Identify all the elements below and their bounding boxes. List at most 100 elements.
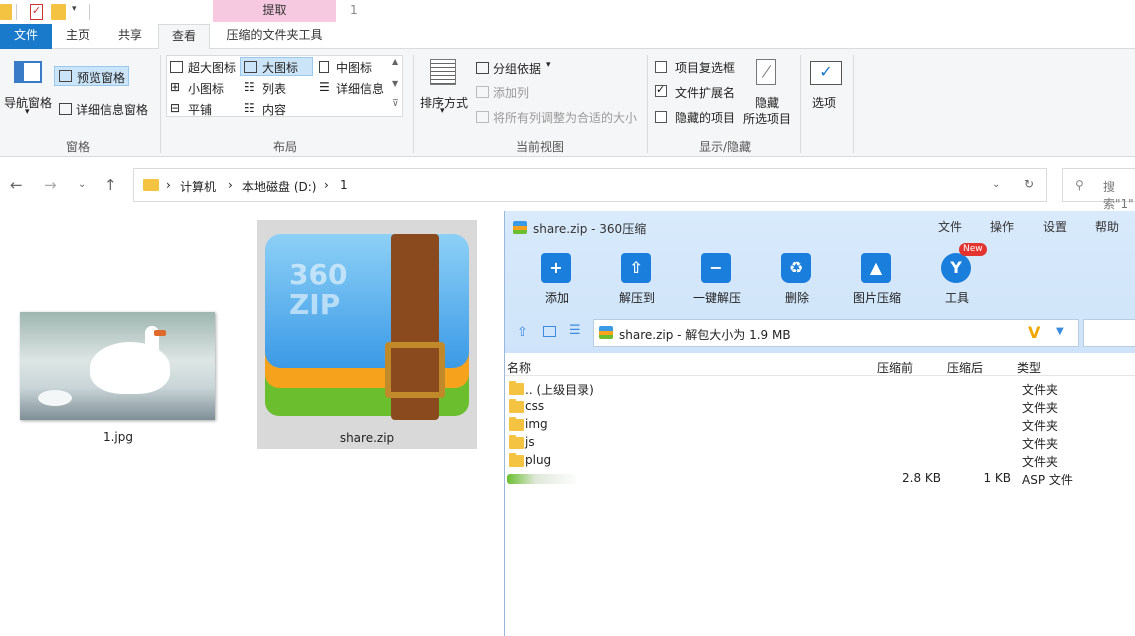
layout-details[interactable]: 详细信息 <box>336 80 384 97</box>
window-title: 1 <box>350 3 358 17</box>
divider <box>89 4 90 20</box>
path-dropdown-icon[interactable]: ▼ <box>1056 326 1064 337</box>
up-icon[interactable]: ↑ <box>104 176 117 194</box>
breadcrumb-folder[interactable]: 1 <box>340 178 348 192</box>
details-pane-button[interactable]: 详细信息窗格 <box>76 101 148 118</box>
group-by-button[interactable]: 分组依据 <box>493 60 541 77</box>
layout-content[interactable]: 内容 <box>262 101 286 118</box>
expand-gallery-icon[interactable]: ⊽ <box>392 99 399 109</box>
back-icon[interactable]: ← <box>10 176 23 194</box>
extensions-label[interactable]: 文件扩展名 <box>675 84 735 101</box>
column-type[interactable]: 类型 <box>1017 359 1041 376</box>
column-after[interactable]: 压缩后 <box>947 359 983 376</box>
group-label-layout: 布局 <box>272 140 297 154</box>
file-item[interactable]: 1.jpg <box>14 306 222 451</box>
table-row[interactable]: 2.8 KB 1 KB ASP 文件 <box>505 470 1135 488</box>
menu-file[interactable]: 文件 <box>938 218 962 235</box>
one-click-extract-button[interactable]: − 一键解压 <box>685 249 749 309</box>
zip-search-input[interactable] <box>1083 319 1135 347</box>
preview-pane-button[interactable]: 预览窗格 <box>54 66 129 86</box>
layout-medium[interactable]: 中图标 <box>336 59 372 76</box>
tools-button[interactable]: Y New 工具 <box>925 243 989 309</box>
column-before[interactable]: 压缩前 <box>877 359 913 376</box>
zip-list-header: 名称 压缩前 压缩后 类型 <box>505 354 1135 376</box>
table-row[interactable]: js 文件夹 <box>505 434 1135 452</box>
row-type: 文件夹 <box>1022 383 1059 397</box>
hide-selected-icon[interactable] <box>756 59 776 85</box>
zip-path-bar[interactable]: share.zip - 解包大小为 1.9 MB V ▼ <box>593 319 1079 347</box>
breadcrumb-computer[interactable]: 计算机 <box>180 178 216 195</box>
chevron-down-icon[interactable]: ▾ <box>440 106 445 116</box>
customize-quick-access-icon[interactable]: ▾ <box>72 4 80 20</box>
hide-selected-label-1[interactable]: 隐藏 <box>755 94 779 111</box>
layout-extra-large[interactable]: 超大图标 <box>188 59 236 76</box>
group-label-current-view: 当前视图 <box>515 140 564 154</box>
item-checkbox-toggle[interactable] <box>655 61 667 73</box>
sort-by-icon[interactable] <box>430 59 456 85</box>
row-type: 文件夹 <box>1022 455 1059 469</box>
delete-icon: ♻ <box>781 253 811 283</box>
extensions-toggle[interactable] <box>655 83 667 97</box>
row-name: .. (上级目录) <box>525 383 594 397</box>
add-button[interactable]: + 添加 <box>525 249 589 309</box>
recent-locations-icon[interactable]: ⌄ <box>78 179 86 190</box>
properties-icon[interactable]: ✓ <box>30 4 43 20</box>
table-row[interactable]: .. (上级目录) 文件夹 <box>505 380 1135 398</box>
scroll-up-icon[interactable]: ▲ <box>392 57 398 66</box>
add-column-button[interactable]: 添加列 <box>493 84 529 101</box>
table-row[interactable]: plug 文件夹 <box>505 452 1135 470</box>
up-level-icon[interactable]: ⇧ <box>517 325 528 340</box>
table-row[interactable]: img 文件夹 <box>505 416 1135 434</box>
options-icon[interactable]: ✓ <box>810 61 842 85</box>
file-item[interactable]: 360 ZIP share.zip <box>257 220 477 449</box>
hidden-items-label[interactable]: 隐藏的项目 <box>675 109 735 126</box>
tab-zip-tools[interactable]: 压缩的文件夹工具 <box>213 24 336 49</box>
layout-tiles[interactable]: 平铺 <box>188 101 212 118</box>
folder-icon[interactable] <box>0 4 12 20</box>
folder-icon <box>143 179 159 191</box>
new-folder-icon[interactable] <box>51 4 66 20</box>
hidden-items-toggle[interactable] <box>655 111 667 123</box>
tab-share[interactable]: 共享 <box>104 24 156 49</box>
column-name[interactable]: 名称 <box>507 359 531 376</box>
folder-icon <box>509 399 524 413</box>
image-compress-button[interactable]: ▲ 图片压缩 <box>845 249 909 309</box>
breadcrumb-local-disk[interactable]: 本地磁盘 (D:) <box>242 178 316 195</box>
scroll-down-icon[interactable]: ▼ <box>392 79 398 88</box>
delete-button[interactable]: ♻ 删除 <box>765 249 829 309</box>
list-view-icon[interactable]: ☰ <box>569 323 581 338</box>
menu-settings[interactable]: 设置 <box>1043 218 1067 235</box>
chevron-right-icon[interactable]: › <box>228 178 233 192</box>
tab-home[interactable]: 主页 <box>52 24 104 49</box>
extract-to-button[interactable]: ⇧ 解压到 <box>605 249 669 309</box>
item-checkbox-label[interactable]: 项目复选框 <box>675 59 735 76</box>
fit-columns-button[interactable]: 将所有列调整为合适的大小 <box>493 109 637 126</box>
forward-icon[interactable]: → <box>44 176 57 194</box>
layout-list[interactable]: 列表 <box>262 80 286 97</box>
chevron-down-icon[interactable]: ▾ <box>25 107 30 117</box>
details-pane-icon <box>59 103 72 115</box>
refresh-icon[interactable]: ↻ <box>1024 177 1034 191</box>
medium-icons-icon <box>319 61 329 73</box>
menu-operate[interactable]: 操作 <box>990 218 1014 235</box>
hide-selected-label-2[interactable]: 所选项目 <box>743 110 791 127</box>
chevron-right-icon[interactable]: › <box>166 178 171 192</box>
tab-file[interactable]: 文件 <box>0 24 52 49</box>
address-bar[interactable]: › 计算机 › 本地磁盘 (D:) › 1 ⌄ ↻ <box>133 168 1047 202</box>
thumbnail-view-icon[interactable] <box>543 326 556 337</box>
chevron-right-icon[interactable]: › <box>324 178 329 192</box>
divider <box>160 55 161 153</box>
menu-help[interactable]: 帮助 <box>1095 218 1119 235</box>
tab-view[interactable]: 查看 <box>158 24 210 50</box>
layout-large[interactable]: 大图标 <box>262 59 298 76</box>
nav-pane-icon[interactable] <box>14 61 42 83</box>
zip-window: share.zip - 360压缩 文件 操作 设置 帮助 + 添加 ⇧ 解压到… <box>504 211 1135 636</box>
search-box[interactable]: ⚲ 搜索"1" <box>1062 168 1135 211</box>
layout-small[interactable]: 小图标 <box>188 80 224 97</box>
options-button[interactable]: 选项 <box>812 94 836 111</box>
fit-columns-icon <box>476 111 489 123</box>
address-dropdown-icon[interactable]: ⌄ <box>992 179 1000 190</box>
table-row[interactable]: css 文件夹 <box>505 398 1135 416</box>
v-logo-icon[interactable]: V <box>1028 323 1040 342</box>
chevron-down-icon[interactable]: ▾ <box>546 60 551 70</box>
